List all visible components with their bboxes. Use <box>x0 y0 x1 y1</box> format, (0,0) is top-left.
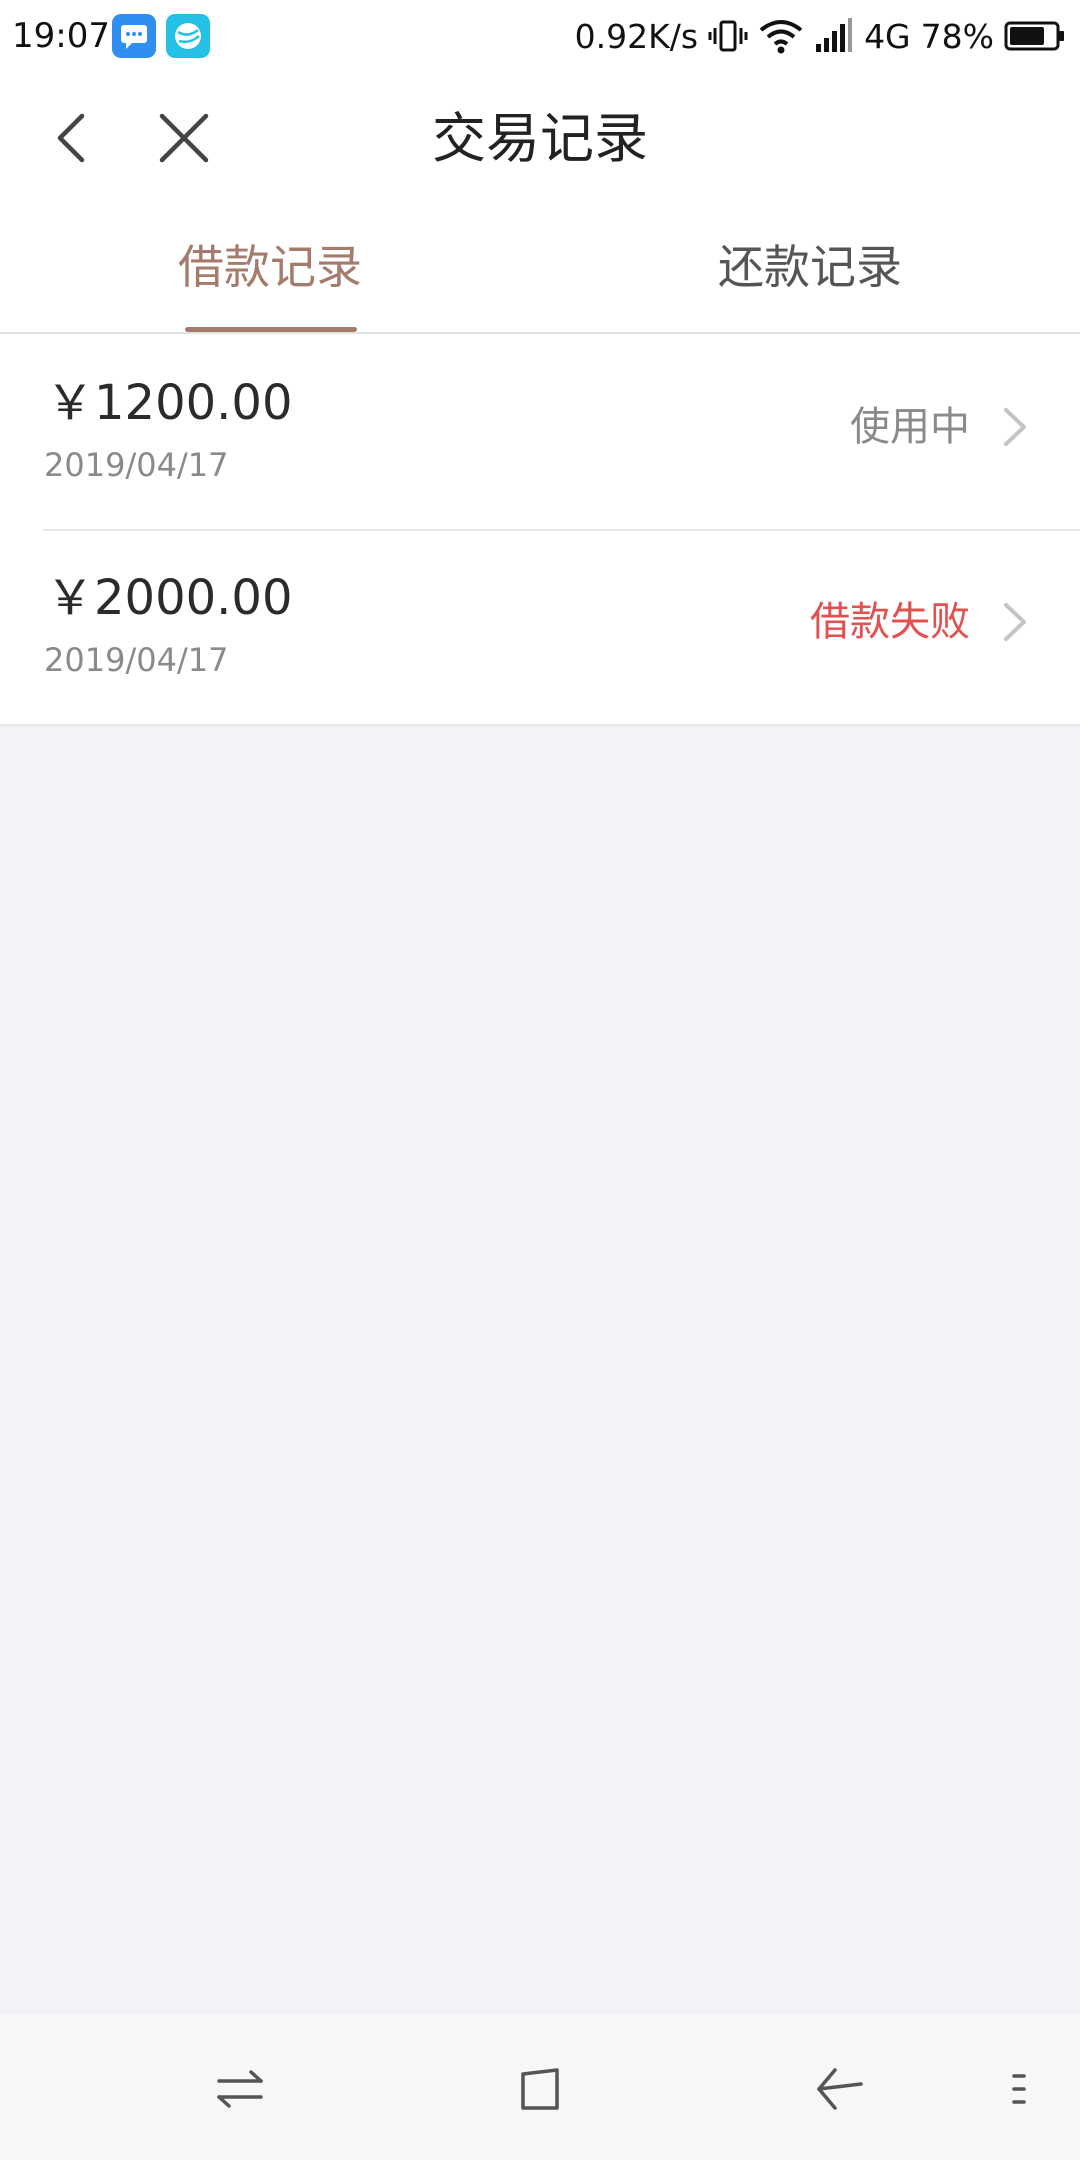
record-date: 2019/04/17 <box>44 641 229 679</box>
close-button[interactable] <box>148 102 220 174</box>
active-tab-indicator <box>185 327 357 332</box>
net-speed: 0.92K/s <box>574 16 699 56</box>
chevron-right-icon <box>1004 603 1026 641</box>
list-item[interactable]: ￥2000.00 2019/04/17 借款失败 <box>0 529 1080 724</box>
tab-bar: 借款记录 还款记录 <box>0 204 1080 334</box>
home-button[interactable] <box>505 2054 575 2124</box>
title-bar: 交易记录 <box>0 72 1080 204</box>
switch-apps-button[interactable] <box>205 2054 275 2124</box>
wifi-icon <box>758 16 804 56</box>
battery-percent: 78% <box>920 16 994 56</box>
switch-apps-icon <box>217 2070 263 2108</box>
system-nav-bar <box>0 2014 1080 2160</box>
list-item[interactable]: ￥1200.00 2019/04/17 使用中 <box>0 334 1080 529</box>
close-icon <box>159 113 209 163</box>
back-icon <box>817 2068 863 2110</box>
page-title: 交易记录 <box>432 107 648 170</box>
record-date: 2019/04/17 <box>44 446 229 484</box>
back-button[interactable] <box>40 102 104 174</box>
vibrate-icon <box>708 16 748 56</box>
record-list: ￥1200.00 2019/04/17 使用中 ￥2000.00 2019/04… <box>0 334 1080 726</box>
record-status: 使用中 <box>850 404 970 450</box>
status-indicators: 0.92K/s 4G 78% <box>575 14 1066 58</box>
message-notification-icon <box>112 14 156 58</box>
tab-repayment-records[interactable]: 还款记录 <box>540 204 1080 332</box>
chevron-right-icon <box>1004 408 1026 446</box>
signal-icon <box>814 16 854 56</box>
menu-icon <box>1012 2074 1026 2104</box>
chevron-left-icon <box>57 113 85 163</box>
record-amount: ￥2000.00 <box>46 570 293 626</box>
status-bar: 19:07 0.92K/s 4G 78% <box>0 0 1080 72</box>
status-time: 19:07 <box>12 16 110 56</box>
network-type: 4G <box>864 16 911 56</box>
record-status: 借款失败 <box>810 599 970 645</box>
tab-loan-records[interactable]: 借款记录 <box>0 204 540 332</box>
back-nav-button[interactable] <box>805 2054 875 2124</box>
app-notification-icon <box>166 14 210 58</box>
menu-button[interactable] <box>1000 2054 1040 2124</box>
home-icon <box>521 2068 559 2110</box>
record-amount: ￥1200.00 <box>46 375 293 431</box>
battery-icon <box>1004 20 1066 52</box>
